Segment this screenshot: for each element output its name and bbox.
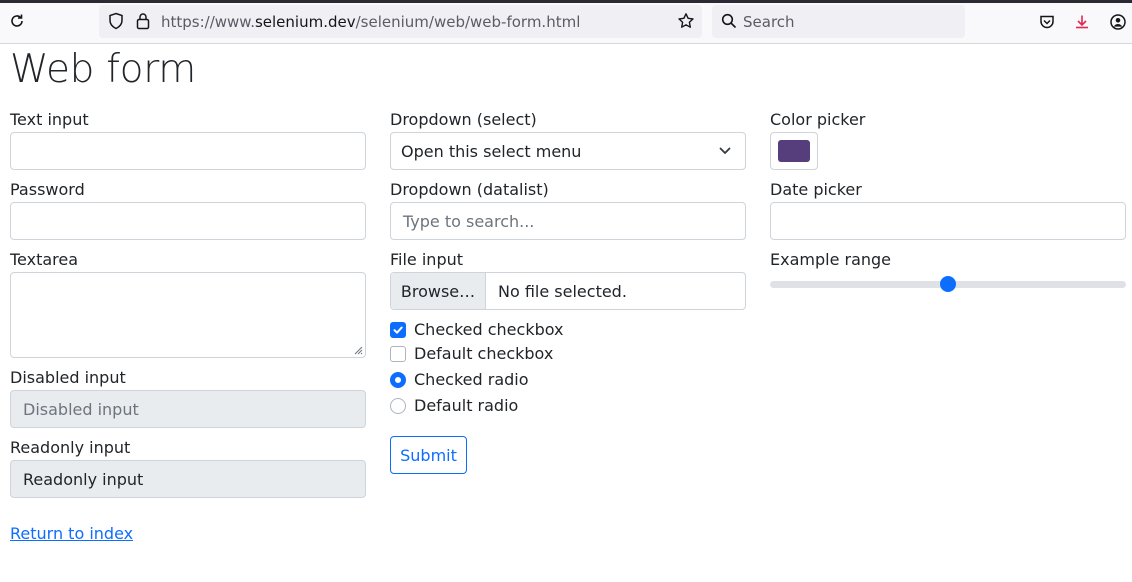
range-label: Example range <box>770 250 892 269</box>
dropdown-select[interactable]: Open this select menu <box>390 132 746 170</box>
text-input-label: Text input <box>10 110 89 129</box>
chevron-down-icon <box>719 147 731 154</box>
range-thumb[interactable] <box>940 276 956 292</box>
date-picker-label: Date picker <box>770 180 862 199</box>
url-domain: selenium.dev <box>254 13 356 31</box>
shield-icon[interactable] <box>106 10 126 32</box>
url-path: /selenium/web/web-form.html <box>355 13 581 31</box>
radio-unchecked-icon[interactable] <box>390 397 406 414</box>
pocket-icon[interactable] <box>1036 11 1058 33</box>
text-input[interactable] <box>10 132 366 170</box>
page-title: Web form <box>10 47 196 92</box>
search-icon <box>720 12 738 30</box>
file-input[interactable]: Browse… No file selected. <box>390 272 746 310</box>
resize-grip-icon[interactable] <box>353 345 363 355</box>
reload-icon[interactable] <box>6 10 28 32</box>
radio-label: Checked radio <box>414 370 529 389</box>
color-picker-label: Color picker <box>770 110 866 129</box>
account-icon[interactable] <box>1107 11 1129 33</box>
file-input-label: File input <box>390 250 464 269</box>
password-input[interactable] <box>10 202 366 240</box>
browse-button[interactable]: Browse… <box>391 273 486 309</box>
textarea-input[interactable] <box>10 272 366 358</box>
submit-button[interactable]: Submit <box>390 436 467 474</box>
checked-checkbox[interactable]: Checked checkbox <box>390 320 564 339</box>
file-status: No file selected. <box>498 281 627 301</box>
disabled-input: Disabled input <box>10 390 366 428</box>
checkbox-unchecked-icon[interactable] <box>390 345 406 362</box>
datalist-label: Dropdown (datalist) <box>390 180 549 199</box>
disabled-input-label: Disabled input <box>10 368 126 387</box>
checkbox-checked-icon[interactable] <box>390 321 406 338</box>
radio-label: Default radio <box>414 396 519 415</box>
color-picker[interactable] <box>770 132 818 170</box>
password-label: Password <box>10 180 85 199</box>
star-icon[interactable] <box>675 10 697 32</box>
checkbox-label: Checked checkbox <box>414 320 564 339</box>
lock-icon[interactable] <box>133 10 153 32</box>
date-picker-input[interactable] <box>770 202 1126 240</box>
download-icon[interactable] <box>1071 11 1093 33</box>
checkbox-label: Default checkbox <box>414 344 554 363</box>
readonly-input[interactable]: Readonly input <box>10 460 366 498</box>
radio-checked-icon[interactable] <box>390 371 406 388</box>
select-label: Dropdown (select) <box>390 110 537 129</box>
default-checkbox[interactable]: Default checkbox <box>390 344 553 363</box>
readonly-input-label: Readonly input <box>10 438 131 457</box>
textarea-label: Textarea <box>10 250 79 269</box>
url-text[interactable]: https://www.selenium.dev/selenium/web/we… <box>161 13 580 31</box>
default-radio[interactable]: Default radio <box>390 396 518 415</box>
datalist-input[interactable]: Type to search... <box>390 202 746 240</box>
search-placeholder[interactable]: Search <box>743 13 795 31</box>
url-prefix: https://www. <box>161 13 255 31</box>
select-value: Open this select menu <box>401 141 582 161</box>
checked-radio[interactable]: Checked radio <box>390 370 529 389</box>
return-to-index-link[interactable]: Return to index <box>10 524 133 543</box>
color-swatch <box>778 140 810 162</box>
